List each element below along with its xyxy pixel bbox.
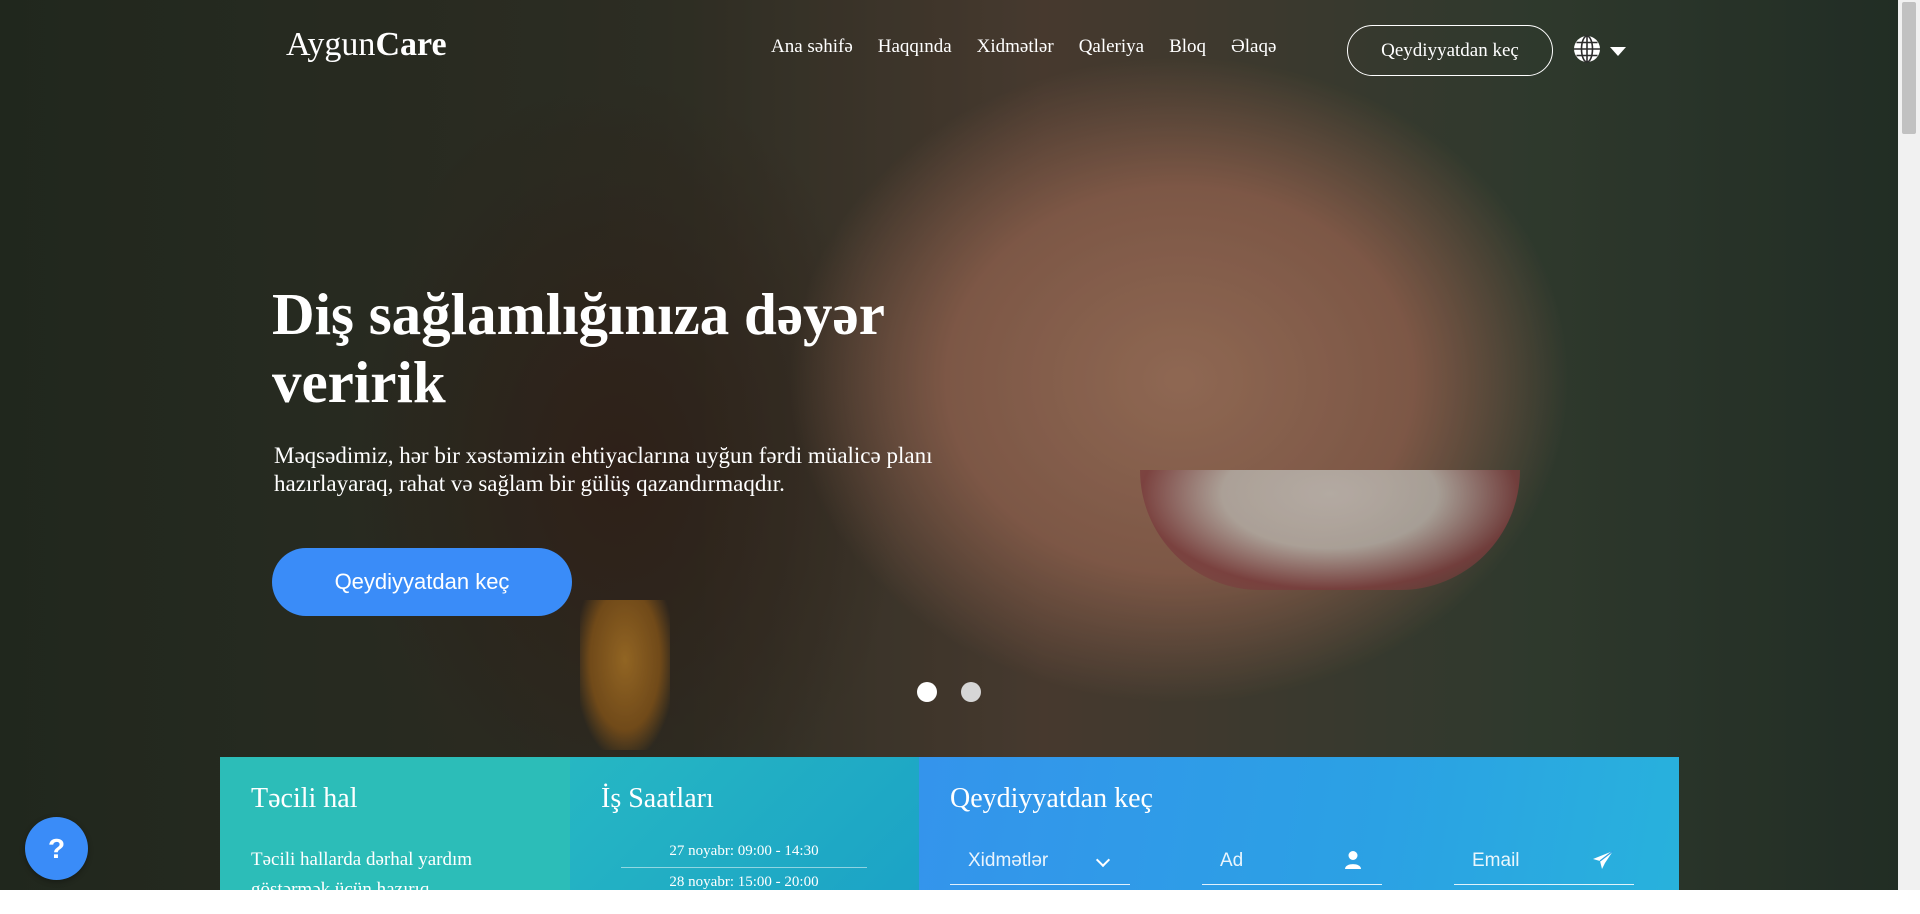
user-icon — [1344, 850, 1362, 876]
email-input[interactable] — [1472, 849, 1592, 872]
logo-text-light: Aygun — [286, 26, 376, 63]
send-icon[interactable] — [1592, 850, 1614, 876]
nav-item-blog[interactable]: Bloq — [1169, 36, 1206, 58]
globe-icon — [1572, 34, 1602, 69]
carousel-dot-2[interactable] — [961, 682, 981, 702]
nav-item-gallery[interactable]: Qaleriya — [1079, 36, 1144, 58]
emergency-title: Təcili hal — [251, 783, 358, 814]
name-input[interactable] — [1220, 849, 1340, 872]
carousel-indicators — [917, 682, 981, 702]
language-switcher[interactable] — [1572, 34, 1626, 69]
chevron-down-icon — [1610, 47, 1626, 56]
carousel-dot-1[interactable] — [917, 682, 937, 702]
page-bottom-edge — [0, 890, 1920, 914]
nav-item-home[interactable]: Ana səhifə — [771, 36, 853, 58]
help-button[interactable]: ? — [25, 817, 88, 880]
hours-row: 27 noyabr: 09:00 - 14:30 — [621, 837, 867, 868]
hours-title: İş Saatları — [601, 783, 714, 814]
logo-text-bold: Care — [375, 26, 447, 63]
register-title: Qeydiyyatdan keç — [950, 783, 1153, 814]
hero-subtitle: Məqsədimiz, hər bir xəstəmizin ehtiyacla… — [274, 443, 933, 496]
nav-register-button[interactable]: Qeydiyyatdan keç — [1347, 25, 1553, 76]
main-nav: Ana səhifə Haqqında Xidmətlər Qaleriya B… — [771, 36, 1301, 58]
service-select[interactable]: Xidmətlər — [950, 837, 1130, 885]
nav-item-contact[interactable]: Əlaqə — [1231, 36, 1276, 58]
hero-title: Diş sağlamlığınıza dəyər veririk — [272, 281, 884, 415]
site-logo[interactable]: AygunCare — [286, 26, 447, 64]
scrollbar-thumb[interactable] — [1902, 2, 1916, 134]
chevron-down-icon — [1095, 852, 1111, 868]
nav-item-services[interactable]: Xidmətlər — [977, 36, 1054, 58]
service-select-value: Xidmətlər — [968, 849, 1049, 871]
page-scrollbar[interactable] — [1898, 0, 1920, 890]
email-field[interactable] — [1454, 837, 1634, 885]
hero-register-button[interactable]: Qeydiyyatdan keç — [272, 548, 572, 616]
nav-item-about[interactable]: Haqqında — [878, 36, 952, 58]
register-form: Xidmətlər — [950, 837, 1648, 885]
name-field[interactable] — [1202, 837, 1382, 885]
